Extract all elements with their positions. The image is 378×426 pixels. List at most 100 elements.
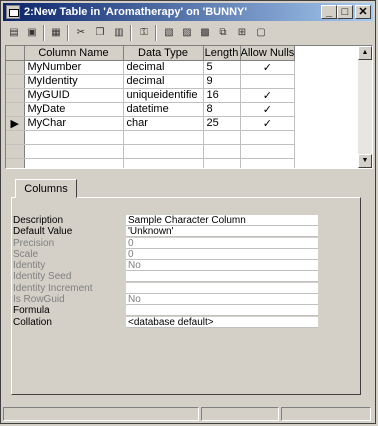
column-header-type[interactable]: Data Type	[123, 46, 204, 61]
property-label: Identity Increment	[13, 282, 93, 294]
table-properties-icon[interactable]: ▤	[6, 25, 22, 41]
row-selector[interactable]	[6, 102, 25, 117]
empty-row[interactable]	[6, 144, 296, 159]
property-row: Identity Increment	[13, 282, 323, 294]
cell-column-name[interactable]: MyChar	[24, 116, 124, 131]
cell-length[interactable]: 16	[203, 88, 241, 103]
minimize-button[interactable]: _	[321, 5, 337, 19]
cell-allow-nulls[interactable]: ✓	[240, 116, 296, 131]
toolbar-separator	[155, 25, 157, 41]
property-value: 0	[126, 237, 318, 249]
toolbar-separator	[67, 25, 69, 41]
property-value[interactable]: <database default>	[126, 316, 318, 328]
property-label: Description	[13, 215, 64, 226]
cell-data-type[interactable]: char	[123, 116, 204, 131]
window-title: 2:New Table in 'Aromatherapy' on 'BUNNY'	[24, 6, 247, 18]
toolbar-separator	[130, 25, 132, 41]
cell-data-type[interactable]: decimal	[123, 60, 204, 75]
property-value: No	[126, 260, 318, 272]
save-icon[interactable]: ▣	[24, 25, 40, 41]
property-label: Identity Seed	[13, 271, 72, 283]
cell-data-type[interactable]: decimal	[123, 74, 204, 89]
scroll-up-arrow-icon[interactable]: ▲	[358, 46, 372, 60]
status-pane	[3, 407, 199, 421]
cell-allow-nulls[interactable]	[240, 74, 296, 89]
cell-length[interactable]: 5	[203, 60, 241, 75]
property-row[interactable]: Default Value 'Unknown'	[13, 226, 323, 238]
property-value	[126, 282, 318, 294]
property-label: Is RowGuid	[13, 294, 65, 306]
table-row[interactable]: MyGUID uniqueidentifie 16 ✓	[6, 88, 296, 103]
empty-row[interactable]	[6, 130, 296, 145]
property-row[interactable]: Formula	[13, 305, 323, 317]
cell-column-name[interactable]: MyIdentity	[24, 74, 124, 89]
property-list: Description Sample Character Column Defa…	[13, 215, 323, 328]
cell-data-type[interactable]: uniqueidentifie	[123, 88, 204, 103]
column-header-name[interactable]: Column Name	[24, 46, 124, 61]
cell-length[interactable]: 9	[203, 74, 241, 89]
scroll-down-arrow-icon[interactable]: ▼	[358, 154, 372, 168]
table-designer-icon	[6, 5, 20, 19]
row-selector[interactable]	[6, 60, 25, 75]
property-value[interactable]	[126, 305, 318, 317]
close-button[interactable]: ✕	[355, 5, 371, 19]
cell-length[interactable]: 8	[203, 102, 241, 117]
status-pane	[281, 407, 371, 421]
row-selector[interactable]	[6, 74, 25, 89]
table-row[interactable]: ▶ MyChar char 25 ✓	[6, 116, 296, 131]
cell-data-type[interactable]: datetime	[123, 102, 204, 117]
property-row[interactable]: Description Sample Character Column	[13, 215, 323, 226]
toolbar-separator	[43, 25, 45, 41]
column-header-length[interactable]: Length	[203, 46, 241, 61]
property-label: Default Value	[13, 226, 73, 238]
property-label: Formula	[13, 305, 50, 317]
toolbar: ▤ ▣ ▦ ✂ ❐ ▥ ⚿ ▧ ▨ ▩ ⧉ ⊞ ▢	[3, 23, 373, 43]
property-row: Identity Seed	[13, 271, 323, 283]
copy-icon[interactable]: ❐	[92, 25, 108, 41]
column-header-allow-nulls[interactable]: Allow Nulls	[240, 46, 296, 61]
property-value: No	[126, 294, 318, 306]
status-pane	[201, 407, 279, 421]
manage-indexes-icon[interactable]: ▩	[197, 25, 213, 41]
cut-icon[interactable]: ✂	[73, 25, 89, 41]
row-selector-header	[6, 46, 25, 61]
cell-length[interactable]: 25	[203, 116, 241, 131]
title-bar[interactable]: 2:New Table in 'Aromatherapy' on 'BUNNY'…	[3, 3, 373, 21]
property-value[interactable]: 'Unknown'	[126, 226, 318, 238]
property-value: 0	[126, 248, 318, 260]
cell-allow-nulls[interactable]: ✓	[240, 88, 296, 103]
cell-column-name[interactable]: MyDate	[24, 102, 124, 117]
tab-columns[interactable]: Columns	[15, 179, 77, 198]
property-row: Identity No	[13, 260, 323, 272]
relationships-icon[interactable]: ⧉	[215, 25, 231, 41]
new-table-icon[interactable]: ▦	[48, 25, 64, 41]
cell-allow-nulls[interactable]: ✓	[240, 102, 296, 117]
property-row: Precision 0	[13, 237, 323, 249]
designer-window: 2:New Table in 'Aromatherapy' on 'BUNNY'…	[0, 0, 376, 424]
cell-allow-nulls[interactable]: ✓	[240, 60, 296, 75]
insert-column-icon[interactable]: ▧	[161, 25, 177, 41]
primary-key-icon[interactable]: ⚿	[136, 25, 152, 41]
current-row-marker[interactable]: ▶	[6, 116, 25, 131]
table-row[interactable]: MyNumber decimal 5 ✓	[6, 60, 296, 75]
property-row[interactable]: Collation <database default>	[13, 316, 323, 328]
constraints-icon[interactable]: ⊞	[234, 25, 250, 41]
grid-vertical-scrollbar[interactable]: ▲ ▼	[358, 46, 372, 168]
cell-column-name[interactable]: MyNumber	[24, 60, 124, 75]
delete-column-icon[interactable]: ▨	[179, 25, 195, 41]
empty-row[interactable]	[6, 158, 296, 168]
column-grid: Column Name Data Type Length Allow Nulls…	[5, 45, 373, 169]
row-selector[interactable]	[6, 88, 25, 103]
property-label: Identity	[13, 260, 46, 272]
property-row: Is RowGuid No	[13, 294, 323, 306]
property-row: Scale 0	[13, 248, 323, 260]
paste-icon[interactable]: ▥	[111, 25, 127, 41]
maximize-button[interactable]: □	[337, 5, 353, 19]
property-value[interactable]: Sample Character Column	[126, 215, 318, 226]
sql-script-icon[interactable]: ▢	[253, 25, 269, 41]
cell-column-name[interactable]: MyGUID	[24, 88, 124, 103]
property-label: Scale	[13, 248, 39, 260]
status-bar	[3, 405, 373, 422]
table-row[interactable]: MyDate datetime 8 ✓	[6, 102, 296, 117]
table-row[interactable]: MyIdentity decimal 9	[6, 74, 296, 89]
